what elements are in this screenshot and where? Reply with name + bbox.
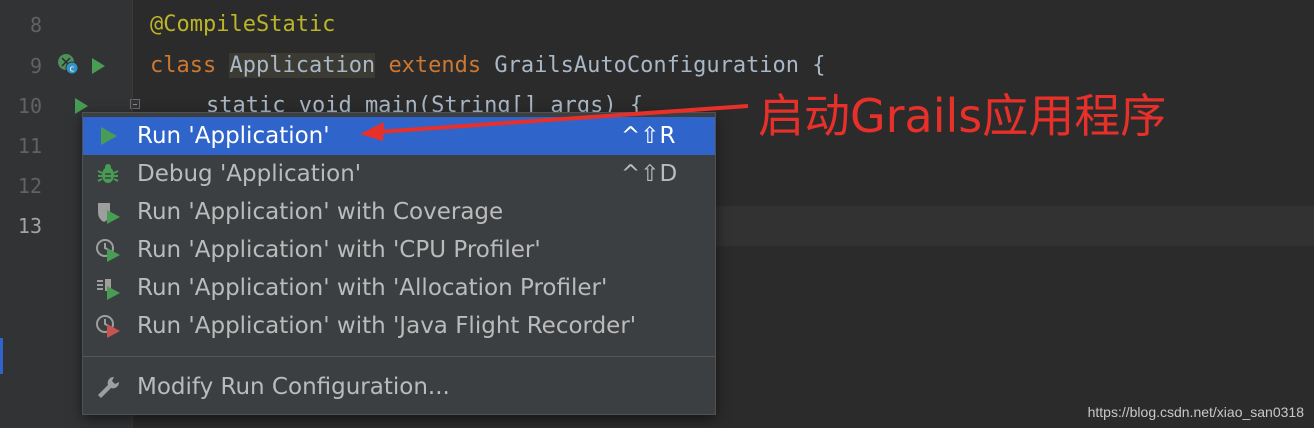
parent-class: GrailsAutoConfiguration {	[494, 53, 826, 78]
line-number: 9	[29, 54, 42, 78]
gutter-marker	[0, 338, 3, 374]
cpu-profiler-icon	[96, 239, 120, 262]
menu-item-debug[interactable]: Debug 'Application' ^⇧D	[83, 155, 715, 193]
menu-item-label: Run 'Application' with 'CPU Profiler'	[137, 237, 541, 263]
menu-item-modify-run-configuration[interactable]: Modify Run Configuration...	[83, 368, 715, 406]
menu-item-label: Debug 'Application'	[137, 161, 362, 187]
keyword: class	[150, 53, 217, 78]
annotation-label: 启动Grails应用程序	[758, 89, 1167, 143]
menu-item-cpu-profiler[interactable]: Run 'Application' with 'CPU Profiler'	[83, 231, 715, 269]
line-number: 8	[29, 13, 42, 37]
line-number: 13	[17, 214, 42, 238]
menu-item-flight-recorder[interactable]: Run 'Application' with 'Java Flight Reco…	[83, 307, 715, 345]
allocation-profiler-icon	[97, 279, 120, 300]
coverage-icon	[98, 203, 120, 224]
line-number: 12	[17, 174, 42, 198]
menu-item-label: Run 'Application'	[137, 123, 330, 149]
menu-separator	[83, 356, 715, 357]
run-icon	[101, 127, 117, 145]
code-line[interactable]: class Application extends GrailsAutoConf…	[150, 46, 826, 86]
menu-item-label: Modify Run Configuration...	[137, 374, 450, 400]
keyword: extends	[388, 53, 482, 78]
flight-recorder-icon	[96, 315, 120, 338]
class-name: Application	[229, 53, 376, 78]
debug-icon	[97, 164, 119, 183]
menu-item-allocation-profiler[interactable]: Run 'Application' with 'Allocation Profi…	[83, 269, 715, 307]
menu-item-shortcut: ^⇧R	[621, 123, 676, 149]
menu-item-shortcut: ^⇧D	[621, 161, 678, 187]
line-number: 11	[17, 134, 42, 158]
menu-item-label: Run 'Application' with 'Allocation Profi…	[137, 275, 608, 301]
menu-item-label: Run 'Application' with 'Java Flight Reco…	[137, 313, 637, 339]
class-hierarchy-icon[interactable]: c	[57, 53, 79, 75]
code-line[interactable]: @CompileStatic	[150, 5, 335, 45]
wrench-icon	[98, 376, 120, 398]
watermark: https://blog.csdn.net/xiao_san0318	[1087, 404, 1304, 420]
line-number: 10	[17, 94, 42, 118]
svg-text:c: c	[70, 65, 75, 75]
menu-item-label: Run 'Application' with Coverage	[137, 199, 504, 225]
run-context-menu: Run 'Application' ^⇧R Debug 'Application…	[82, 112, 716, 415]
menu-item-run[interactable]: Run 'Application' ^⇧R	[83, 117, 715, 155]
run-gutter-icon[interactable]	[92, 58, 105, 74]
menu-item-coverage[interactable]: Run 'Application' with Coverage	[83, 193, 715, 231]
